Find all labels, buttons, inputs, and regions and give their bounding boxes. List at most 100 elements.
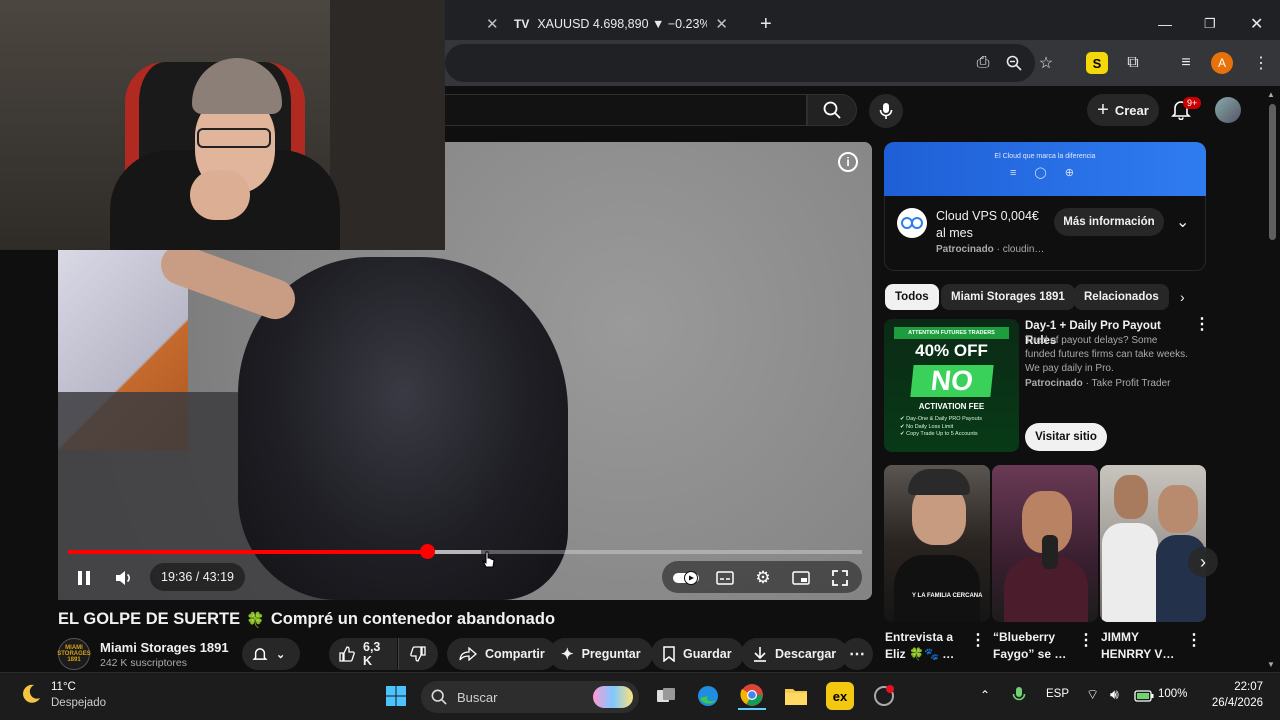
pause-icon bbox=[78, 571, 90, 585]
extension-icon[interactable]: S bbox=[1086, 52, 1108, 74]
wifi-icon[interactable]: ⌔ bbox=[1086, 686, 1099, 704]
address-bar[interactable] bbox=[445, 44, 1035, 82]
visit-site-button[interactable]: Visitar sitio bbox=[1025, 423, 1107, 451]
short-title[interactable]: JIMMY HENRRY V… bbox=[1101, 629, 1181, 663]
kebab-menu-icon[interactable]: ⋮ bbox=[970, 633, 986, 649]
media-control-icon[interactable]: ≡ bbox=[1175, 52, 1197, 74]
search-highlight-icon bbox=[593, 686, 633, 708]
bookmark-star-icon[interactable]: ☆ bbox=[1035, 52, 1057, 74]
ad-logo[interactable] bbox=[897, 208, 927, 238]
promo-bullets: ✔ Day-One & Daily PRO Payouts ✔ No Daily… bbox=[900, 416, 982, 437]
autoplay-toggle[interactable] bbox=[672, 564, 700, 592]
search-button[interactable] bbox=[807, 94, 857, 126]
notifications-badge: 9+ bbox=[1183, 97, 1202, 109]
tab-close-icon[interactable]: ✕ bbox=[486, 8, 499, 40]
like-button[interactable]: 6,3 K bbox=[329, 638, 397, 670]
volume-button[interactable] bbox=[112, 564, 136, 592]
install-app-icon[interactable]: ⎙ bbox=[972, 52, 994, 74]
voice-search-button[interactable] bbox=[869, 94, 903, 128]
chevron-down-icon: ⌄ bbox=[276, 648, 286, 661]
short-thumbnail[interactable]: Y LA FAMILIA CERCANA bbox=[884, 465, 990, 622]
excel-app-icon[interactable]: ex bbox=[826, 682, 854, 710]
short-overlay-text: Y LA FAMILIA CERCANA bbox=[912, 593, 983, 599]
moon-weather-icon[interactable] bbox=[20, 683, 42, 705]
time-display: 19:36 / 43:19 bbox=[150, 563, 245, 591]
edge-browser-icon[interactable] bbox=[694, 682, 722, 710]
create-button[interactable]: + Crear bbox=[1087, 94, 1159, 126]
language-indicator[interactable]: ESP bbox=[1046, 688, 1069, 700]
app-icon-with-notification[interactable] bbox=[870, 682, 898, 710]
subtitles-icon[interactable] bbox=[714, 564, 736, 592]
weather-description[interactable]: Despejado bbox=[51, 697, 106, 709]
short-thumbnail[interactable] bbox=[992, 465, 1098, 622]
miniplayer-icon[interactable] bbox=[790, 564, 812, 592]
speaker-icon[interactable]: 🔊︎ bbox=[1110, 686, 1119, 703]
window-close-button[interactable]: ✕ bbox=[1250, 8, 1263, 40]
ad-sponsor: Patrocinado · cloudin… bbox=[936, 244, 1045, 255]
scroll-up-arrow-icon[interactable]: ▲ bbox=[1267, 90, 1275, 99]
promo-fee-text: ACTIVATION FEE bbox=[918, 402, 985, 411]
ask-button[interactable]: ✦ Preguntar bbox=[549, 638, 653, 670]
promo-thumbnail[interactable]: ATTENTION FUTURES TRADERS 40% OFF NO ACT… bbox=[884, 319, 1019, 452]
info-icon[interactable]: i bbox=[838, 152, 858, 172]
like-count: 6,3 K bbox=[363, 640, 381, 668]
subscriber-count: 242 K suscriptores bbox=[100, 657, 187, 669]
profile-avatar[interactable]: A bbox=[1211, 52, 1233, 74]
ad-title[interactable]: Cloud VPS 0,004€ al mes bbox=[936, 208, 1046, 242]
tab-xauusd[interactable]: TV XAUUSD 4.698,890 ▼ −0.23% S ✕ bbox=[514, 8, 750, 40]
file-explorer-icon[interactable] bbox=[782, 682, 810, 710]
channel-name[interactable]: Miami Storages 1891 bbox=[100, 640, 229, 655]
chevron-right-icon[interactable]: › bbox=[1180, 289, 1185, 305]
save-button[interactable]: Guardar bbox=[651, 638, 744, 670]
more-info-button[interactable]: Más información bbox=[1054, 208, 1164, 236]
task-view-icon[interactable] bbox=[652, 682, 680, 710]
subscription-bell-button[interactable]: ⌄ bbox=[242, 638, 300, 670]
chevron-up-icon[interactable]: ⌃ bbox=[980, 688, 990, 702]
chip-channel[interactable]: Miami Storages 1891 bbox=[941, 284, 1075, 310]
kebab-menu-icon[interactable]: ⋮ bbox=[1194, 317, 1210, 333]
taskbar-search-input[interactable]: Buscar bbox=[421, 681, 639, 713]
account-avatar[interactable] bbox=[1215, 97, 1241, 123]
search-icon bbox=[431, 689, 447, 705]
restore-button[interactable]: ❐ bbox=[1204, 8, 1216, 40]
progress-scrubber[interactable] bbox=[419, 544, 435, 559]
clock-time[interactable]: 22:07 bbox=[1203, 681, 1263, 693]
share-arrow-icon bbox=[459, 647, 477, 661]
more-actions-button[interactable]: ⋯ bbox=[841, 638, 873, 670]
search-input[interactable] bbox=[445, 94, 807, 126]
minimize-button[interactable]: — bbox=[1158, 8, 1172, 40]
weather-temperature[interactable]: 11°C bbox=[51, 681, 76, 693]
kebab-menu-icon[interactable]: ⋮ bbox=[1078, 633, 1094, 649]
new-tab-button[interactable]: + bbox=[760, 8, 772, 40]
short-thumbnail[interactable] bbox=[1100, 465, 1206, 622]
webcam-overlay bbox=[197, 128, 271, 148]
settings-gear-icon[interactable]: ⚙ bbox=[752, 564, 774, 592]
chip-related[interactable]: Relacionados bbox=[1074, 284, 1169, 310]
close-icon[interactable]: ✕ bbox=[715, 15, 728, 33]
video-title: EL GOLPE DE SUERTE 🍀 Compré un contenedo… bbox=[58, 610, 556, 629]
windows-start-icon[interactable] bbox=[382, 682, 410, 710]
chip-todos[interactable]: Todos bbox=[885, 284, 939, 310]
channel-avatar[interactable]: MIAMI STORAGES 1891 bbox=[57, 638, 91, 670]
short-title[interactable]: “Blueberry Faygo” se … bbox=[993, 629, 1073, 663]
battery-icon[interactable] bbox=[1134, 689, 1154, 707]
scrollbar-thumb[interactable] bbox=[1269, 104, 1276, 240]
pause-button[interactable] bbox=[72, 564, 96, 592]
fullscreen-icon[interactable] bbox=[829, 564, 851, 592]
kebab-menu-icon[interactable]: ⋮ bbox=[1186, 633, 1202, 649]
extensions-puzzle-icon[interactable]: ⧉ bbox=[1122, 52, 1144, 74]
zoom-icon[interactable] bbox=[1003, 52, 1025, 74]
shorts-next-button[interactable]: › bbox=[1188, 547, 1218, 577]
short-title[interactable]: Entrevista a Eliz 🍀🐾 … bbox=[885, 629, 965, 663]
clock-date[interactable]: 26/4/2026 bbox=[1203, 697, 1263, 709]
scroll-down-arrow-icon[interactable]: ▼ bbox=[1267, 660, 1275, 669]
share-button[interactable]: Compartir bbox=[447, 638, 557, 670]
chevron-down-icon[interactable]: ⌄ bbox=[1176, 212, 1189, 232]
browser-menu-icon[interactable]: ⋮ bbox=[1250, 52, 1272, 74]
download-button[interactable]: Descargar bbox=[741, 638, 849, 670]
microphone-icon[interactable] bbox=[1012, 686, 1026, 709]
short-thumbnail bbox=[1102, 523, 1158, 622]
ad-banner-text: El Cloud que marca la diferencia bbox=[994, 153, 1096, 160]
chrome-browser-icon[interactable] bbox=[738, 682, 766, 710]
dislike-button[interactable] bbox=[398, 638, 438, 670]
